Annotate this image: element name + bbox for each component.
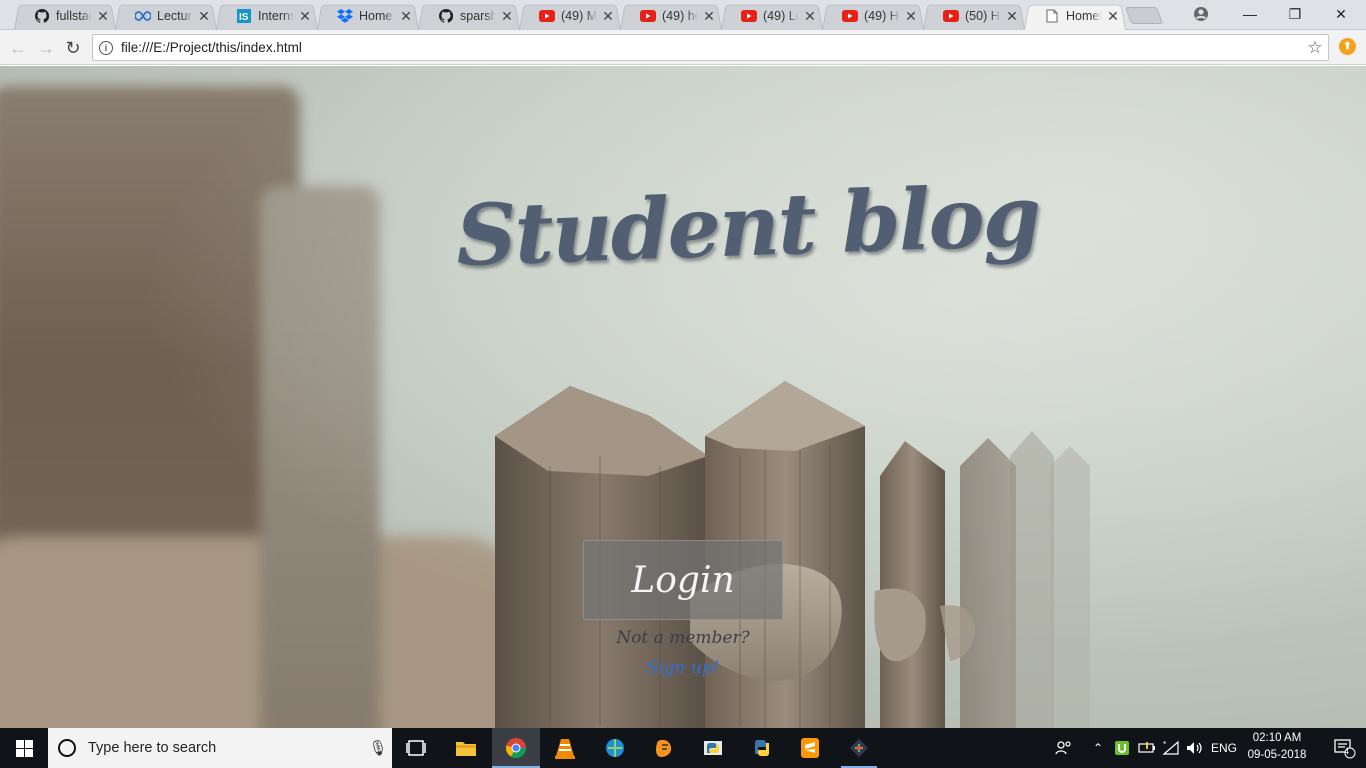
internshala-icon: IS: [236, 8, 252, 24]
new-tab-button[interactable]: [1124, 7, 1164, 24]
python-icon[interactable]: [738, 728, 786, 768]
browser-tab[interactable]: (49) Ho ✕: [822, 2, 924, 30]
python-idle-icon[interactable]: [689, 728, 737, 768]
restore-button[interactable]: ❐: [1272, 0, 1318, 28]
coursera-icon: [135, 8, 151, 24]
browser-toolbar: ← → ↻ i file:///E:/Project/this/index.ht…: [0, 30, 1366, 65]
tab-title: sparshsahni: [460, 9, 496, 23]
tab-close-icon[interactable]: ✕: [1005, 9, 1019, 23]
tab-close-icon[interactable]: ✕: [96, 9, 110, 23]
tab-close-icon[interactable]: ✕: [399, 9, 413, 23]
reload-button[interactable]: ↻: [63, 38, 83, 58]
tray-chevron-up-icon[interactable]: ⌃: [1090, 728, 1106, 768]
browser-tab[interactable]: (49) Lo ✕: [721, 2, 823, 30]
github-icon: [34, 8, 50, 24]
profile-icon[interactable]: [1178, 0, 1224, 28]
tab-close-icon[interactable]: ✕: [702, 9, 716, 23]
microphone-icon[interactable]: 🎙: [364, 739, 392, 757]
dropbox-icon: [337, 8, 353, 24]
tab-title: (49) Ma: [561, 9, 597, 23]
tab-title: fullstack: [56, 9, 92, 23]
extension-icon[interactable]: ⬆: [1339, 38, 1356, 55]
people-icon[interactable]: [1052, 728, 1076, 768]
youtube-icon: [539, 8, 555, 24]
browser-tab[interactable]: sparshsahni ✕: [418, 2, 520, 30]
tab-title: HomePage: [1066, 9, 1102, 23]
info-icon[interactable]: i: [99, 40, 113, 55]
browser-tab[interactable]: Lectures ✕: [115, 2, 217, 30]
tab-title: (49) Ho: [864, 9, 900, 23]
back-button[interactable]: ←: [8, 38, 28, 58]
tab-close-icon[interactable]: ✕: [500, 9, 514, 23]
browser-tab[interactable]: Home - ✕: [317, 2, 419, 30]
minimize-button[interactable]: —: [1227, 0, 1273, 28]
browser-tab[interactable]: IS Internshala ✕: [216, 2, 318, 30]
sublime-text-icon[interactable]: [786, 728, 834, 768]
wifi-tray-icon[interactable]: *: [1160, 728, 1182, 768]
browser-tab[interactable]: (49) Ma ✕: [519, 2, 621, 30]
login-button[interactable]: Login: [583, 540, 783, 620]
taskbar-search[interactable]: Type here to search 🎙: [48, 728, 392, 768]
browser-tab[interactable]: (49) ho ✕: [620, 2, 722, 30]
address-bar[interactable]: i file:///E:/Project/this/index.html ☆: [92, 34, 1329, 61]
network-app-icon[interactable]: [591, 728, 639, 768]
page-title: Student blog: [454, 165, 1041, 286]
signup-link[interactable]: Sign up!: [583, 658, 783, 678]
tab-close-icon[interactable]: ✕: [601, 9, 615, 23]
svg-text:IS: IS: [239, 12, 249, 23]
page-icon: [1044, 8, 1060, 24]
tab-title: (50) Ho: [965, 9, 1001, 23]
tab-close-icon[interactable]: ✕: [197, 9, 211, 23]
tab-title: Lectures: [157, 9, 193, 23]
vlc-icon[interactable]: [541, 728, 589, 768]
tab-strip: fullstack✕Lectures✕ISInternshala✕Home - …: [0, 0, 1366, 30]
action-center-icon[interactable]: 4: [1322, 728, 1366, 768]
windows-logo-icon: [15, 739, 33, 757]
not-member-text: Not a member?: [616, 628, 750, 648]
volume-tray-icon[interactable]: [1184, 728, 1206, 768]
utorrent-tray-icon[interactable]: [1112, 728, 1132, 768]
tab-close-icon[interactable]: ✕: [298, 9, 312, 23]
clock-date: 09-05-2018: [1247, 749, 1307, 761]
taskbar-clock[interactable]: 02:10 AM 09-05-2018: [1242, 730, 1312, 764]
fl-studio-icon[interactable]: [640, 728, 688, 768]
forward-button[interactable]: →: [36, 38, 56, 58]
git-kraken-icon[interactable]: [835, 728, 883, 768]
svg-text:*: *: [1163, 741, 1166, 749]
youtube-icon: [943, 8, 959, 24]
browser-tab[interactable]: (50) Ho ✕: [923, 2, 1025, 30]
search-placeholder[interactable]: Type here to search: [88, 740, 364, 756]
bookmark-star-icon[interactable]: ☆: [1302, 38, 1328, 58]
cortana-icon: [58, 739, 76, 757]
start-button[interactable]: [0, 728, 48, 768]
url-text[interactable]: file:///E:/Project/this/index.html: [121, 40, 1302, 55]
youtube-icon: [741, 8, 757, 24]
tab-title: (49) ho: [662, 9, 698, 23]
file-explorer-icon[interactable]: [442, 728, 490, 768]
battery-tray-icon[interactable]: [1137, 728, 1157, 768]
youtube-icon: [842, 8, 858, 24]
tab-close-icon[interactable]: ✕: [1106, 9, 1120, 23]
task-view-icon[interactable]: [392, 728, 440, 768]
browser-tab[interactable]: HomePage ✕: [1024, 2, 1126, 30]
chrome-taskbar-icon[interactable]: [492, 728, 540, 768]
tab-close-icon[interactable]: ✕: [904, 9, 918, 23]
youtube-icon: [640, 8, 656, 24]
tab-close-icon[interactable]: ✕: [803, 9, 817, 23]
windows-taskbar: Type here to search 🎙 ⌃ * ENG 02:10 AM 0…: [0, 728, 1366, 768]
page-viewport: Student blog Login Not a member? Sign up…: [0, 66, 1366, 728]
notification-count: 4: [1344, 746, 1350, 756]
browser-tab[interactable]: fullstack ✕: [14, 2, 116, 30]
clock-time: 02:10 AM: [1252, 732, 1302, 744]
tab-title: Home -: [359, 9, 395, 23]
tab-title: Internshala: [258, 9, 294, 23]
github-icon: [438, 8, 454, 24]
close-window-button[interactable]: ✕: [1318, 0, 1364, 28]
tab-title: (49) Lo: [763, 9, 799, 23]
language-indicator[interactable]: ENG: [1208, 728, 1240, 768]
